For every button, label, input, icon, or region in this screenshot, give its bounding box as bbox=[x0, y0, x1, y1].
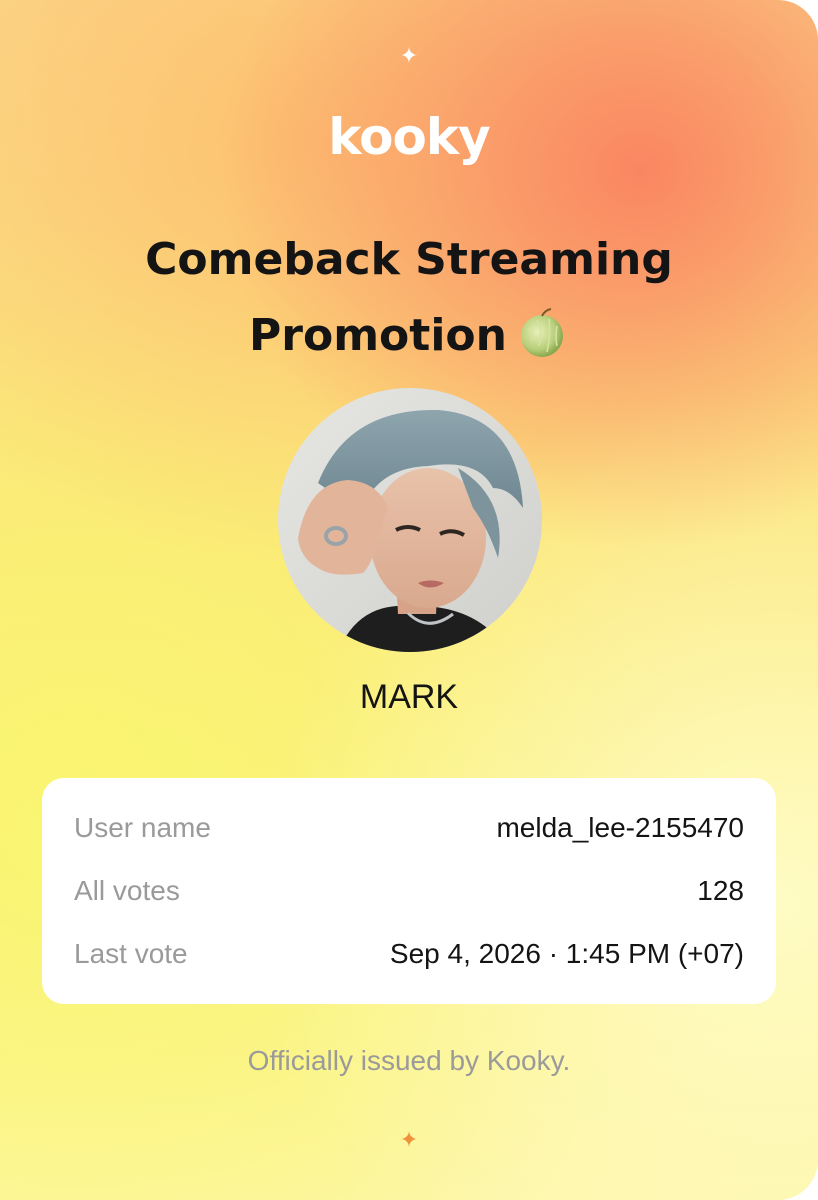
all-votes-value: 128 bbox=[697, 875, 744, 906]
vote-info-panel: User name melda_lee-2155470 All votes 12… bbox=[42, 778, 776, 1004]
certificate-card: ✦ kooky Comeback Streaming Promotion MAR… bbox=[0, 0, 818, 1200]
last-vote-value: Sep 4, 2026 · 1:45 PM (+07) bbox=[389, 938, 744, 969]
info-row-last-vote: Last vote Sep 4, 2026 · 1:45 PM (+07) bbox=[74, 934, 744, 974]
brand-logo: kooky bbox=[328, 108, 490, 166]
title-line-1: Comeback Streaming bbox=[145, 234, 673, 285]
all-votes-label: All votes bbox=[74, 875, 180, 906]
info-row-all-votes: All votes 128 bbox=[74, 871, 744, 911]
issued-by-text: Officially issued by Kooky. bbox=[247, 1045, 571, 1076]
user-name-value: melda_lee-2155470 bbox=[496, 812, 744, 843]
promotion-title: Comeback Streaming Promotion bbox=[0, 222, 818, 374]
sparkle-icon: ✦ bbox=[399, 44, 419, 69]
sparkle-icon: ✦ bbox=[399, 1128, 419, 1153]
last-vote-label: Last vote bbox=[74, 938, 188, 969]
melon-icon bbox=[520, 308, 563, 357]
artist-avatar bbox=[278, 388, 542, 652]
user-name-label: User name bbox=[74, 812, 211, 843]
artist-name: MARK bbox=[359, 678, 459, 716]
info-row-user-name: User name melda_lee-2155470 bbox=[74, 808, 744, 848]
title-line-2: Promotion bbox=[249, 310, 507, 361]
